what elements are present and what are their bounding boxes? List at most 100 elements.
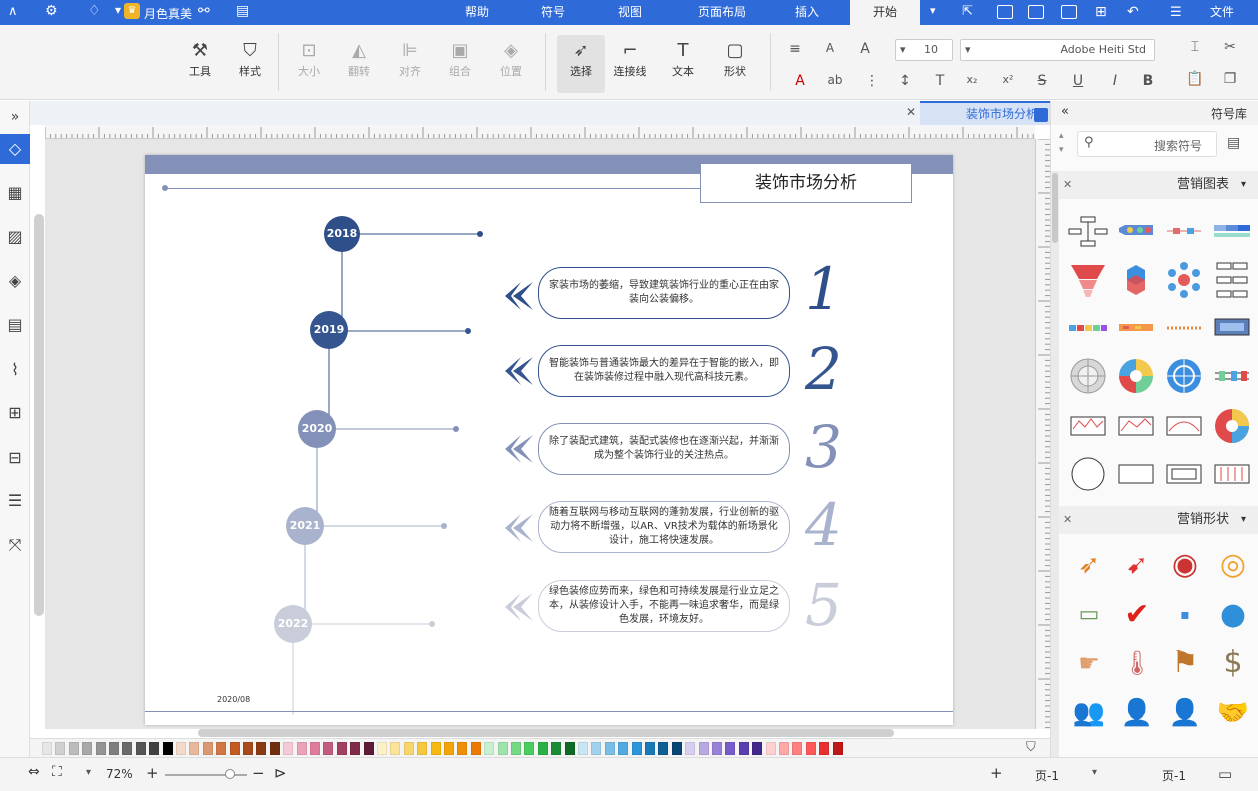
collapse-panel-icon[interactable]: «	[1061, 104, 1069, 119]
library-symbol[interactable]	[1115, 405, 1157, 447]
color-swatch[interactable]	[685, 742, 696, 755]
fit-width-icon[interactable]: ⇔	[28, 764, 40, 780]
color-swatch[interactable]	[202, 742, 213, 755]
step-number[interactable]: 5	[805, 571, 842, 639]
library-symbol[interactable]	[1067, 211, 1109, 253]
grow-font-icon[interactable]: A	[855, 41, 875, 57]
step-number[interactable]: 2	[805, 335, 842, 403]
user-dropdown-icon[interactable]: ▾	[115, 3, 121, 17]
color-swatch[interactable]	[95, 742, 106, 755]
play-icon[interactable]: ⊳	[274, 764, 287, 782]
library-symbol[interactable]	[1163, 405, 1205, 447]
date-label[interactable]: 2020/08	[217, 695, 250, 704]
thermometer-icon[interactable]: 🌡	[1115, 641, 1159, 685]
color-swatch[interactable]	[725, 742, 736, 755]
library-symbol[interactable]	[1067, 307, 1109, 349]
year-circle-2022[interactable]: 2022	[274, 605, 312, 643]
superscript-icon[interactable]: x²	[998, 73, 1018, 86]
zoom-dropdown-icon[interactable]: ▾	[86, 767, 91, 778]
export-icon[interactable]: ⇱	[962, 4, 973, 19]
size-button[interactable]: ⊡ 大小	[290, 39, 328, 79]
timeline-text-box[interactable]: 家装市场的萎缩，导致建筑装饰行业的重心正在由家装向公装偏移。	[538, 267, 790, 319]
step-number[interactable]: 3	[805, 413, 842, 481]
color-swatch[interactable]	[832, 742, 843, 755]
dart-target-icon[interactable]: ➶	[1067, 543, 1111, 587]
library-symbol[interactable]	[1067, 453, 1109, 495]
color-swatch[interactable]	[738, 742, 749, 755]
color-swatch[interactable]	[444, 742, 454, 755]
bullseye-icon[interactable]: ◉	[1163, 543, 1207, 587]
format-icon[interactable]: ☰	[5, 491, 25, 511]
menu-home[interactable]: 开始	[850, 0, 920, 25]
library-symbol[interactable]	[1115, 355, 1157, 397]
color-swatch[interactable]	[109, 742, 119, 755]
color-swatch[interactable]	[470, 742, 481, 755]
close-section-icon[interactable]: ✕	[1063, 506, 1072, 534]
color-swatch[interactable]	[819, 742, 830, 755]
color-swatch[interactable]	[269, 742, 280, 755]
color-swatch[interactable]	[149, 742, 160, 755]
font-size-select[interactable]: 10 ▾	[895, 39, 953, 61]
color-swatch[interactable]	[551, 742, 562, 755]
color-swatch[interactable]	[618, 742, 629, 755]
target-rings-icon[interactable]: ◎	[1211, 543, 1255, 587]
scroll-up-icon[interactable]: ▴	[1059, 131, 1064, 141]
library-manage-icon[interactable]: ▤	[1227, 135, 1240, 151]
globe-icon[interactable]: ●	[1211, 593, 1255, 637]
file-menu-icon[interactable]: ☰	[1170, 5, 1182, 20]
strikethrough-icon[interactable]: S	[1032, 73, 1052, 89]
color-swatch[interactable]	[229, 742, 240, 755]
color-swatch[interactable]	[122, 742, 133, 755]
vertical-scrollbar[interactable]	[34, 214, 44, 616]
year-circle-2021[interactable]: 2021	[286, 507, 324, 545]
quick-access-dropdown-icon[interactable]: ▾	[930, 4, 936, 17]
color-swatch[interactable]	[457, 742, 468, 755]
library-symbol[interactable]	[1163, 355, 1205, 397]
open-icon[interactable]	[1061, 5, 1077, 19]
chart-icon[interactable]: ⌇	[5, 360, 25, 380]
checkmark-icon[interactable]: ✔	[1115, 593, 1159, 637]
color-swatch[interactable]	[430, 742, 441, 755]
library-symbol[interactable]	[1211, 355, 1253, 397]
library-symbol[interactable]	[1163, 453, 1205, 495]
dart-icon[interactable]: ➹	[1115, 543, 1159, 587]
year-circle-2019[interactable]: 2019	[310, 311, 348, 349]
menu-file[interactable]: 文件	[1200, 0, 1244, 25]
widget-icon[interactable]: ⊟	[5, 448, 25, 468]
tools-button[interactable]: ⚒ 工具	[180, 39, 220, 79]
text-align-icon[interactable]: ≡	[785, 41, 805, 57]
color-swatch[interactable]	[135, 742, 146, 755]
library-symbol[interactable]	[1211, 259, 1253, 301]
library-symbol[interactable]	[1163, 211, 1205, 253]
team-icon[interactable]: 👥	[1067, 691, 1111, 735]
text-direction-icon[interactable]: T	[930, 73, 950, 89]
grid-icon[interactable]: ▦	[5, 183, 25, 203]
paste-icon[interactable]: 📋	[1185, 71, 1205, 87]
library-symbol[interactable]	[1115, 307, 1157, 349]
businessman-icon[interactable]: 👤	[1163, 691, 1207, 735]
color-swatch[interactable]	[216, 742, 227, 755]
library-symbol[interactable]	[1211, 453, 1253, 495]
library-symbol[interactable]	[1115, 259, 1157, 301]
color-swatch[interactable]	[779, 742, 789, 755]
pointing-hand-icon[interactable]: ☛	[1067, 641, 1111, 685]
color-swatch[interactable]	[658, 742, 669, 755]
signpost-icon[interactable]: ⚑	[1163, 641, 1207, 685]
font-family-select[interactable]: Adobe Heiti Std ▾	[960, 39, 1155, 61]
color-swatch[interactable]	[765, 742, 776, 755]
timeline-text-box[interactable]: 除了装配式建筑，装配式装修也在逐渐兴起，并渐渐成为整个装饰行业的关注热点。	[538, 423, 790, 475]
color-swatch[interactable]	[162, 742, 173, 755]
color-swatch[interactable]	[42, 742, 52, 755]
subscript-icon[interactable]: x₂	[962, 73, 982, 86]
style-button[interactable]: ⛉ 样式	[228, 39, 272, 79]
color-swatch[interactable]	[631, 742, 642, 755]
new-icon[interactable]: ⊞	[1095, 4, 1107, 20]
money-bag-icon[interactable]: $	[1211, 641, 1255, 685]
underline-icon[interactable]: U	[1068, 73, 1088, 89]
color-swatch[interactable]	[792, 742, 803, 755]
library-symbol[interactable]	[1211, 405, 1253, 447]
color-swatch[interactable]	[712, 742, 722, 755]
timeline-text-box[interactable]: 随着互联网与移动互联网的蓬勃发展，行业创新的驱动力将不断增强，以AR、VR技术为…	[538, 501, 790, 553]
color-swatch[interactable]	[363, 742, 374, 755]
align-button[interactable]: ⊫ 对齐	[391, 39, 429, 79]
